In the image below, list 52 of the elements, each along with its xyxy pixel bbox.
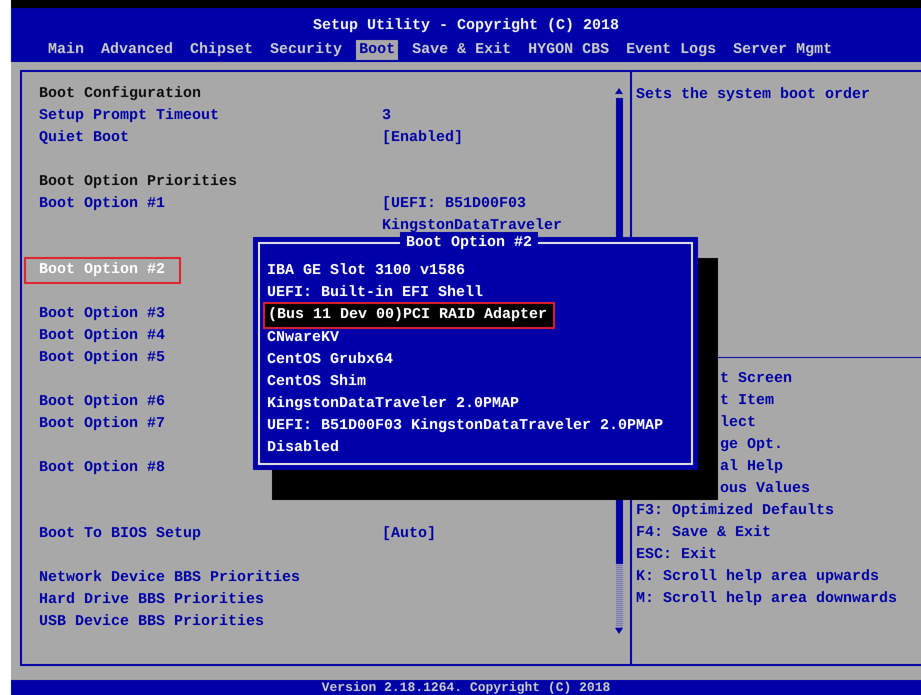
popup-option[interactable]: Disabled bbox=[267, 437, 691, 459]
setting-label[interactable]: Setup Prompt Timeout bbox=[39, 104, 220, 128]
menu-tab[interactable]: Boot bbox=[356, 40, 398, 60]
popup-option[interactable]: IBA GE Slot 3100 v1586 bbox=[267, 260, 691, 282]
help-text: F3: Optimized Defaults bbox=[636, 501, 836, 521]
help-text: F4: Save & Exit bbox=[636, 523, 772, 543]
menu-tab[interactable]: Event Logs bbox=[623, 40, 720, 60]
menu-tab[interactable]: HYGON CBS bbox=[525, 40, 612, 60]
menu-tab[interactable]: Chipset bbox=[187, 40, 256, 60]
setting-label[interactable]: Boot To BIOS Setup bbox=[39, 522, 202, 546]
setting-label[interactable]: Quiet Boot bbox=[39, 126, 130, 150]
popup-option[interactable]: CNwareKV bbox=[267, 327, 691, 349]
help-text: t Screen bbox=[719, 369, 794, 389]
setting-label[interactable]: Network Device BBS Priorities bbox=[39, 566, 300, 590]
menu-tab[interactable]: Main bbox=[45, 40, 88, 60]
help-text: ESC: Exit bbox=[636, 545, 718, 565]
setting-value[interactable]: [Auto] bbox=[382, 522, 436, 546]
setting-label[interactable]: Boot Option #5 bbox=[39, 346, 166, 370]
popup-option[interactable]: CentOS Grubx64 bbox=[267, 349, 691, 371]
menu-tab[interactable]: Server Mgmt bbox=[730, 40, 836, 60]
setting-label[interactable]: USB Device BBS Priorities bbox=[39, 610, 264, 634]
help-text: t Item bbox=[719, 391, 776, 411]
section-heading: Boot Configuration bbox=[39, 84, 202, 104]
version-text: Version 2.18.1264. Copyright (C) 2018 bbox=[322, 680, 610, 695]
setting-label[interactable]: Boot Option #8 bbox=[39, 456, 166, 480]
menu-tab[interactable]: Security bbox=[267, 40, 346, 60]
setting-label[interactable]: Hard Drive BBS Priorities bbox=[39, 588, 264, 612]
help-text: al Help bbox=[719, 457, 784, 477]
setting-value[interactable]: [Enabled] bbox=[382, 126, 464, 150]
popup-option[interactable]: CentOS Shim bbox=[267, 371, 691, 393]
setting-label[interactable]: Boot Option #7 bbox=[39, 412, 166, 436]
setting-label[interactable]: Boot Option #3 bbox=[39, 302, 166, 326]
section-heading: Boot Option Priorities bbox=[39, 172, 238, 192]
popup-option[interactable]: UEFI: Built-in EFI Shell bbox=[267, 282, 691, 304]
scroll-up-icon[interactable] bbox=[615, 88, 623, 94]
setting-value[interactable]: 3 bbox=[382, 104, 392, 128]
help-text: Sets the system boot order bbox=[636, 85, 872, 105]
help-text: ge Opt. bbox=[719, 435, 784, 455]
setting-value[interactable]: [UEFI: B51D00F03 bbox=[382, 192, 526, 216]
setting-label[interactable]: Boot Option #6 bbox=[39, 390, 166, 414]
popup-option[interactable]: UEFI: B51D00F03 KingstonDataTraveler 2.0PMAP bbox=[267, 415, 691, 437]
setting-label[interactable]: Boot Option #4 bbox=[39, 324, 166, 348]
help-text: ous Values bbox=[719, 479, 812, 499]
help-text: M: Scroll help area downwards bbox=[636, 589, 898, 609]
help-text: K: Scroll help area upwards bbox=[636, 567, 880, 587]
menu-tab[interactable]: Advanced bbox=[98, 40, 176, 60]
popup-option[interactable]: KingstonDataTraveler 2.0PMAP bbox=[267, 393, 691, 415]
setting-value: KingstonDataTraveler bbox=[382, 216, 562, 235]
popup-option[interactable]: (Bus 11 Dev 00)PCI RAID Adapter bbox=[263, 302, 556, 329]
setting-label[interactable]: Boot Option #1 bbox=[39, 192, 166, 216]
menu-tab[interactable]: Save & Exit bbox=[409, 40, 514, 60]
window-title: Setup Utility - Copyright (C) 2018 bbox=[312, 16, 620, 36]
